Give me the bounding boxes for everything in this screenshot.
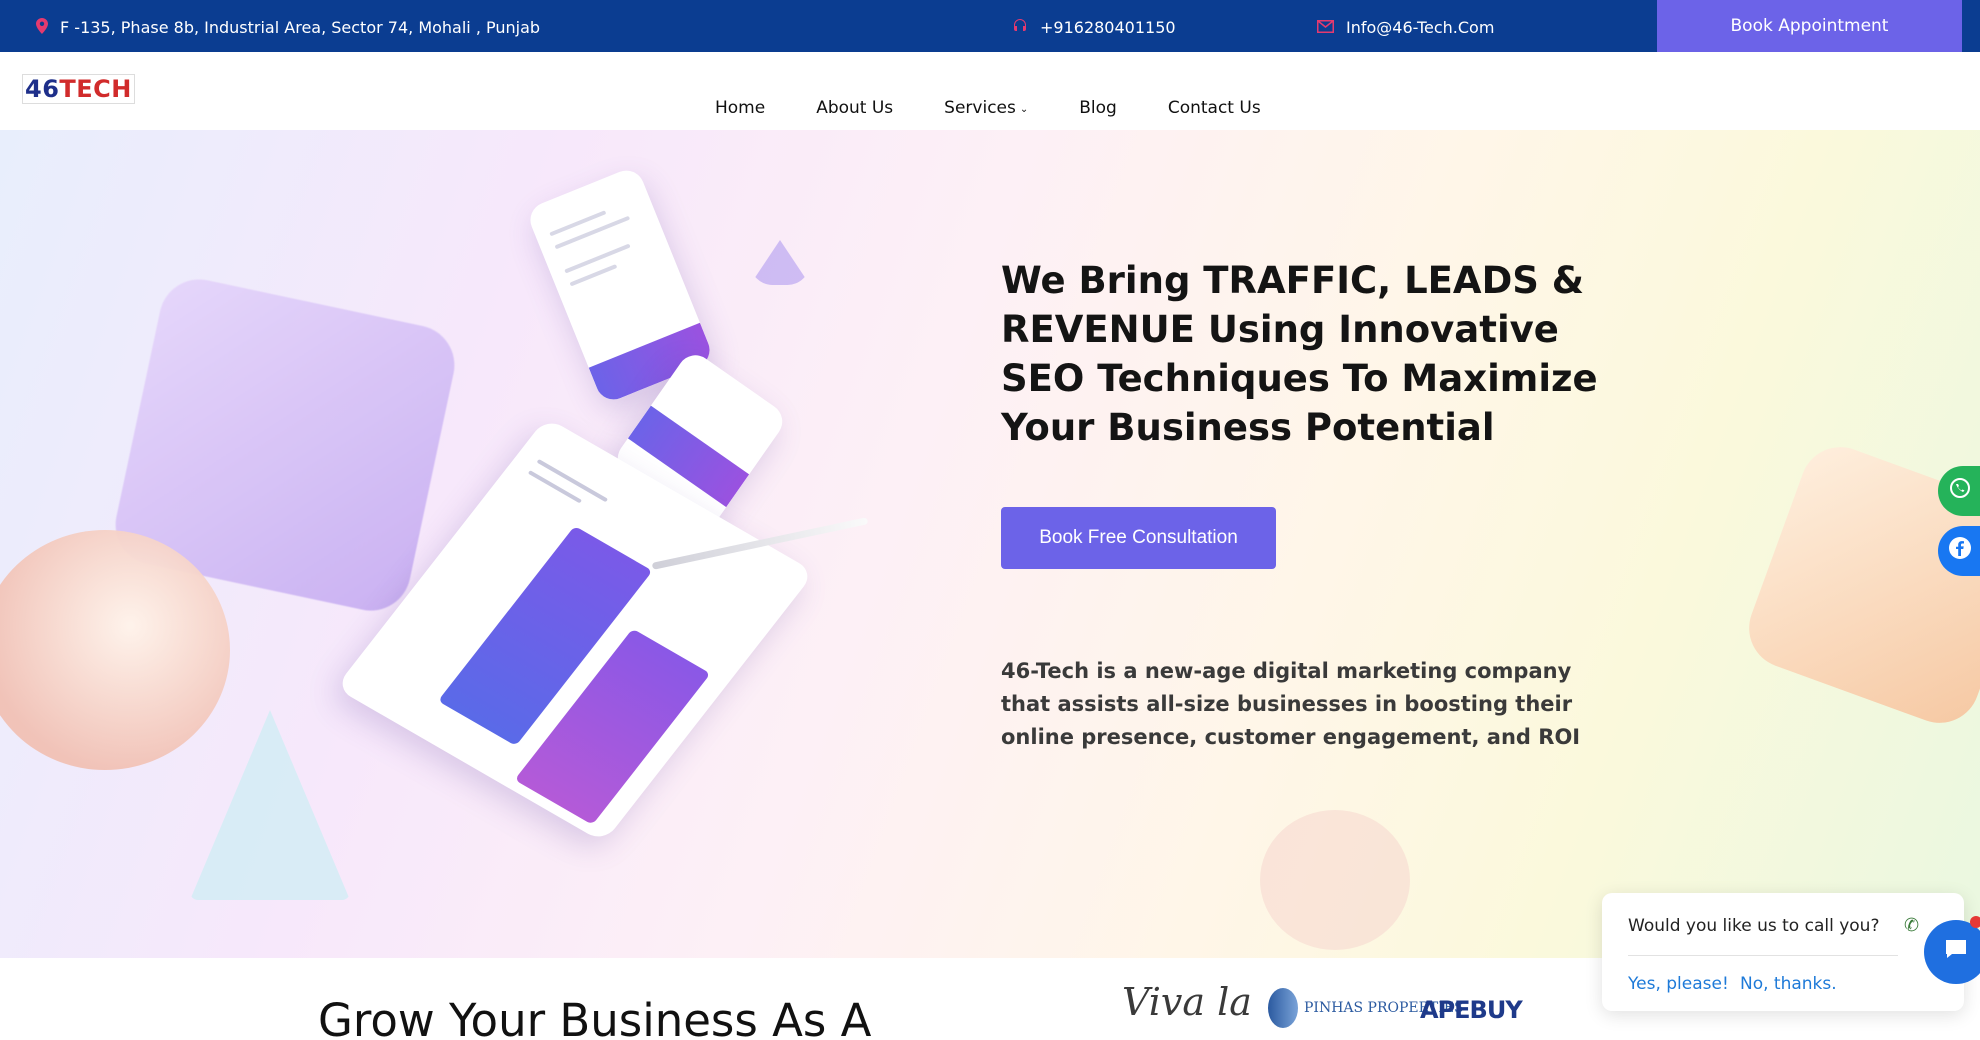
notification-badge	[1970, 916, 1980, 928]
partner-logo-viva-la: Viva la	[1122, 980, 1252, 1024]
mockup-line	[554, 215, 631, 250]
phone-item[interactable]: +916280401150	[1012, 18, 1176, 37]
callback-no-link[interactable]: No, thanks.	[1740, 974, 1837, 994]
decorative-pyramid	[750, 240, 810, 285]
address-text: F -135, Phase 8b, Industrial Area, Secto…	[60, 18, 541, 37]
logo-text: TECH	[59, 75, 132, 103]
callback-question: Would you like us to call you?	[1628, 916, 1880, 936]
chat-launcher-button[interactable]	[1924, 920, 1980, 984]
nav-about-us[interactable]: About Us	[816, 98, 893, 118]
grow-heading: Grow Your Business As A	[318, 994, 872, 1040]
main-nav: Home About Us Services ⌄ Blog Contact Us	[715, 98, 1312, 118]
pinhas-mark-icon	[1268, 988, 1298, 1028]
nav-services-label: Services	[944, 98, 1016, 118]
location-pin-icon	[36, 18, 48, 37]
whatsapp-button[interactable]	[1938, 466, 1980, 516]
email-item[interactable]: Info@46-Tech.Com	[1317, 18, 1494, 37]
book-appointment-button[interactable]: Book Appointment	[1657, 0, 1962, 52]
divider	[1628, 955, 1898, 956]
logo-number: 46	[25, 75, 60, 103]
hero-description: 46-Tech is a new-age digital marketing c…	[1001, 659, 1581, 749]
address-item: F -135, Phase 8b, Industrial Area, Secto…	[36, 18, 540, 37]
callback-popup: Would you like us to call you? ✆ Yes, pl…	[1602, 893, 1964, 1011]
site-logo[interactable]: 46TECH	[22, 74, 135, 104]
mockup-line	[564, 243, 631, 274]
nav-contact-us[interactable]: Contact Us	[1168, 98, 1261, 118]
chevron-down-icon: ⌄	[1019, 103, 1029, 115]
mail-icon	[1317, 19, 1334, 36]
phone-icon: ✆	[1904, 915, 1920, 936]
whatsapp-icon	[1948, 476, 1972, 506]
chat-bubble-icon	[1944, 938, 1968, 966]
phone-text[interactable]: +916280401150	[1040, 18, 1176, 37]
callback-yes-link[interactable]: Yes, please!	[1628, 974, 1729, 994]
partner-logo-apebuy: APEBUY	[1420, 996, 1523, 1024]
facebook-button[interactable]	[1938, 526, 1980, 576]
nav-services[interactable]: Services ⌄	[944, 98, 1028, 118]
top-contact-bar: F -135, Phase 8b, Industrial Area, Secto…	[0, 0, 1980, 52]
decorative-cone	[190, 710, 350, 900]
headset-icon	[1012, 18, 1028, 37]
hero-section: We Bring TRAFFIC, LEADS & REVENUE Using …	[0, 130, 1980, 958]
facebook-icon	[1948, 536, 1972, 566]
email-text[interactable]: Info@46-Tech.Com	[1346, 18, 1494, 37]
nav-blog[interactable]: Blog	[1079, 98, 1117, 118]
book-free-consultation-button[interactable]: Book Free Consultation	[1001, 507, 1276, 569]
hero-title: We Bring TRAFFIC, LEADS & REVENUE Using …	[1001, 259, 1598, 449]
site-header: 46TECH Home About Us Services ⌄ Blog Con…	[0, 52, 1980, 130]
nav-home[interactable]: Home	[715, 98, 765, 118]
decorative-blob	[1260, 810, 1410, 950]
mockup-line	[527, 470, 583, 504]
